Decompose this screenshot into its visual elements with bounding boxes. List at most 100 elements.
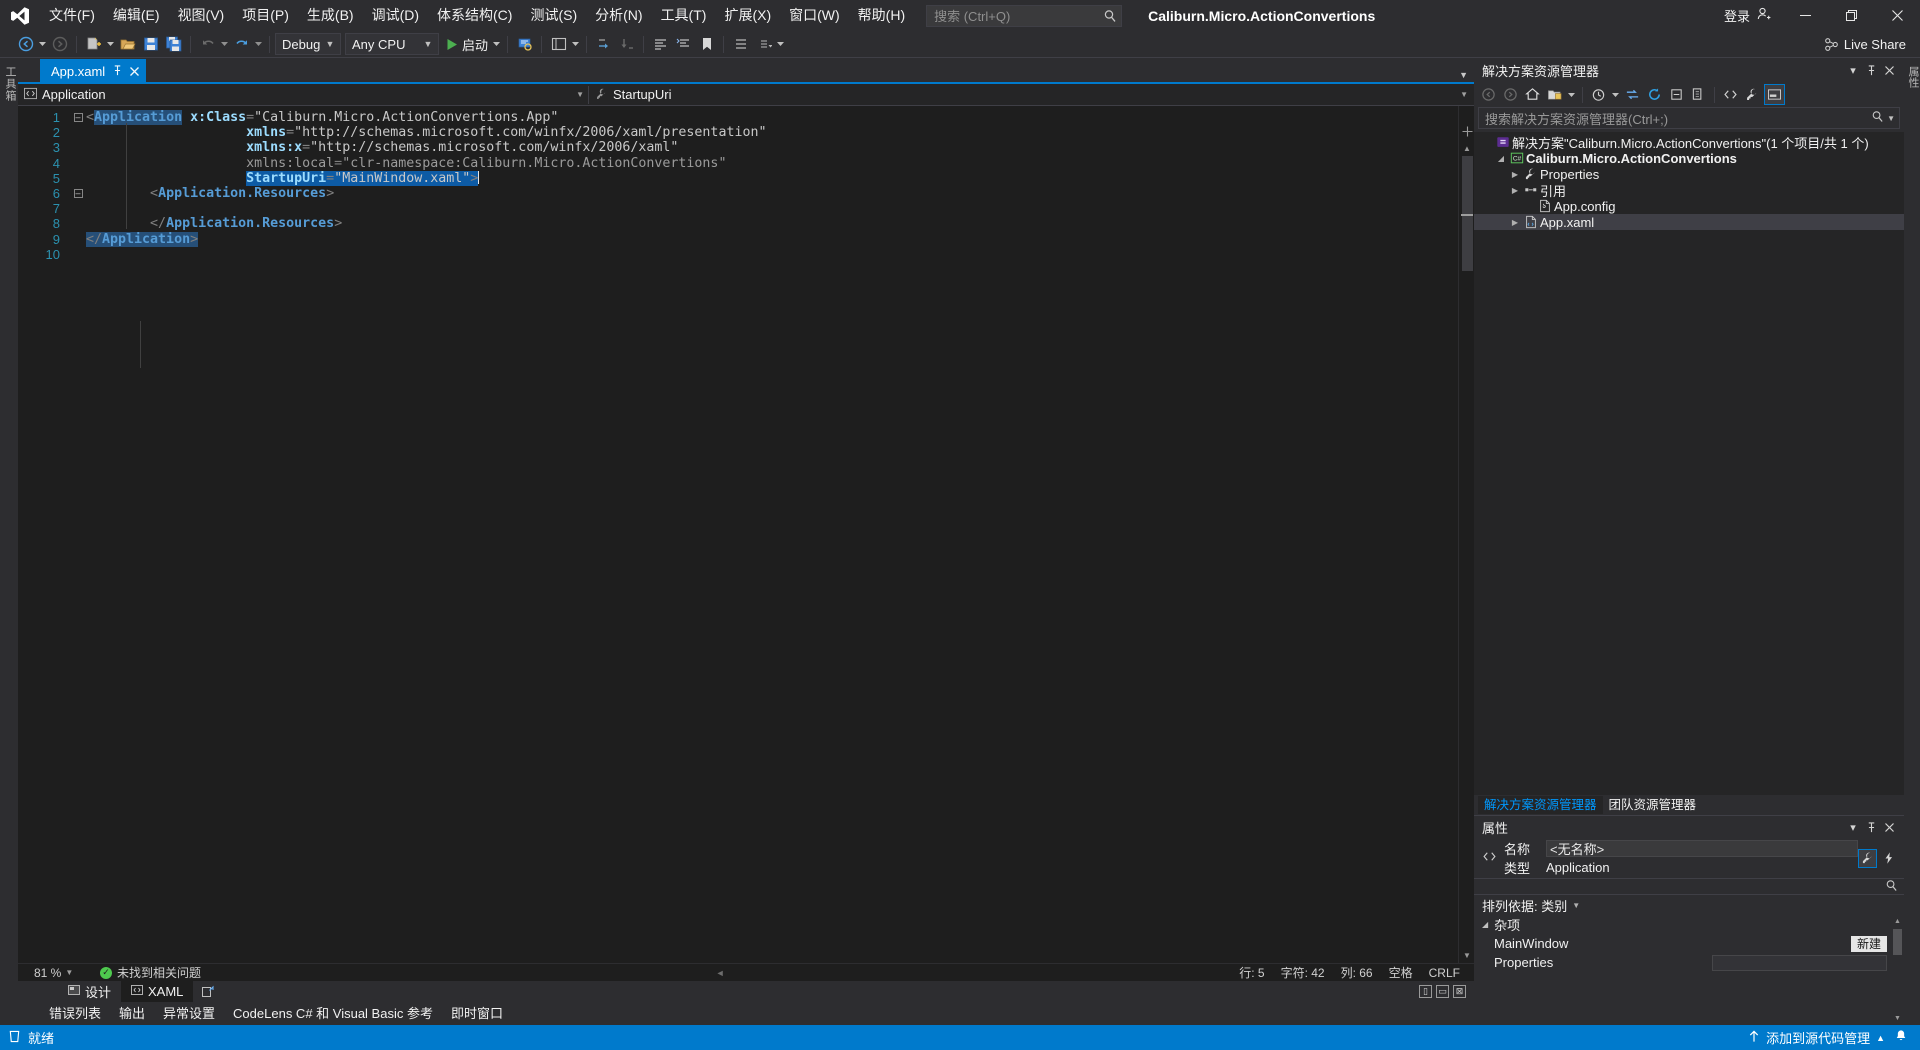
open-file-button[interactable]	[116, 33, 139, 56]
properties-row-properties[interactable]: Properties	[1474, 953, 1904, 972]
comment-lines-button[interactable]	[649, 33, 672, 56]
se-view-code-button[interactable]	[1720, 84, 1741, 105]
se-properties-button[interactable]	[1742, 84, 1763, 105]
solution-explorer-pin-icon[interactable]	[1862, 60, 1880, 80]
dock-tab-error-list[interactable]: 错误列表	[40, 1002, 110, 1025]
properties-row-mainwindow[interactable]: MainWindow 新建	[1474, 934, 1904, 953]
dock-tab-immediate-window[interactable]: 即时窗口	[442, 1002, 512, 1025]
menu-item-debug[interactable]: 调试(D)	[363, 0, 428, 31]
tree-item[interactable]: ◢ C# Caliburn.Micro.ActionConvertions	[1474, 150, 1904, 166]
save-button[interactable]	[139, 33, 162, 56]
menu-item-build[interactable]: 生成(B)	[298, 0, 363, 31]
solution-platform-select[interactable]: Any CPU ▼	[345, 33, 439, 55]
code-line[interactable]: 9 </Application>	[18, 231, 1458, 247]
horizontal-split-button[interactable]: ▭	[1436, 985, 1449, 998]
more-toolbar-options[interactable]	[752, 33, 775, 56]
outlining-collapse-icon[interactable]: –	[70, 189, 86, 199]
new-value-button[interactable]: 新建	[1850, 935, 1887, 952]
collapse-pane-button[interactable]: ⊠	[1453, 985, 1466, 998]
notifications-button[interactable]	[1894, 1029, 1908, 1046]
se-show-all-files-button[interactable]	[1688, 84, 1709, 105]
dock-tab-exception-settings[interactable]: 异常设置	[154, 1002, 224, 1025]
close-tab-icon[interactable]	[130, 64, 140, 79]
se-pending-history-button[interactable]	[1588, 84, 1609, 105]
code-line[interactable]: 10	[18, 247, 1458, 262]
properties-menu-icon[interactable]: ▾	[1844, 817, 1862, 837]
property-value-input[interactable]	[1712, 954, 1887, 971]
menu-item-tools[interactable]: 工具(T)	[652, 0, 716, 31]
properties-close-icon[interactable]	[1880, 817, 1898, 837]
outlining-collapse-icon[interactable]: –	[70, 113, 86, 123]
solution-configuration-select[interactable]: Debug ▼	[275, 33, 341, 55]
code-line[interactable]: 4 xmlns:local="clr-namespace:Caliburn.Mi…	[18, 156, 1458, 171]
se-sync-button[interactable]	[1622, 84, 1643, 105]
se-refresh-button[interactable]	[1644, 84, 1665, 105]
code-line[interactable]: 1– <Application x:Class="Caliburn.Micro.A…	[18, 110, 1458, 126]
properties-scroll-down-arrow[interactable]: ▼	[1891, 1012, 1904, 1025]
properties-view-button[interactable]	[1858, 848, 1877, 868]
menu-item-window[interactable]: 窗口(W)	[780, 0, 849, 31]
menu-item-file[interactable]: 文件(F)	[40, 0, 104, 31]
dock-tab-codelens[interactable]: CodeLens C# 和 Visual Basic 参考	[224, 1002, 442, 1025]
menu-item-analyze[interactable]: 分析(N)	[586, 0, 651, 31]
tab-solution-explorer[interactable]: 解决方案资源管理器	[1478, 796, 1603, 814]
code-line[interactable]: 2 xmlns="http://schemas.microsoft.com/wi…	[18, 125, 1458, 140]
redo-dropdown[interactable]	[253, 42, 264, 46]
minimize-button[interactable]	[1782, 0, 1828, 31]
add-to-source-control-button[interactable]: 添加到源代码管理 ▲	[1748, 1028, 1885, 1047]
expander-collapsed-icon[interactable]: ▶	[1508, 186, 1522, 195]
se-pending-changes-dropdown[interactable]	[1566, 92, 1577, 97]
properties-sort-select[interactable]: 排列依据: 类别 ▼	[1474, 895, 1904, 915]
bookmark-button[interactable]	[695, 33, 718, 56]
properties-grid[interactable]: ◢ 杂项 MainWindow 新建 Properties ▲ ▼	[1474, 915, 1904, 1025]
quick-search-input[interactable]: 搜索 (Ctrl+Q)	[926, 4, 1123, 27]
start-debug-button[interactable]: 启动	[443, 33, 491, 56]
code-line[interactable]: 3 xmlns:x="http://schemas.microsoft.com/…	[18, 140, 1458, 155]
attach-to-process-button[interactable]	[513, 33, 536, 56]
search-icon-properties[interactable]	[1885, 879, 1898, 895]
editor-vertical-scrollbar[interactable]: ▲ ▼	[1458, 106, 1474, 963]
menu-item-architecture[interactable]: 体系结构(C)	[428, 0, 521, 31]
properties-category-row[interactable]: ◢ 杂项	[1474, 915, 1904, 934]
expander-down-icon[interactable]: ◢	[1482, 920, 1488, 929]
properties-name-input[interactable]: <无名称>	[1546, 840, 1858, 857]
code-lines[interactable]: 1– <Application x:Class="Caliburn.Micro.A…	[18, 106, 1458, 262]
tree-item[interactable]: ▶ App.xaml	[1474, 214, 1904, 230]
code-line[interactable]: 8 </Application.Resources>	[18, 216, 1458, 231]
navigate-forward-button[interactable]	[48, 33, 71, 56]
start-debug-dropdown[interactable]	[491, 42, 502, 46]
properties-pin-icon[interactable]	[1862, 817, 1880, 837]
issue-prev-arrow-icon[interactable]: ◄	[716, 968, 725, 978]
close-button[interactable]	[1874, 0, 1920, 31]
swap-panes-button[interactable]	[201, 985, 215, 999]
menu-item-edit[interactable]: 编辑(E)	[104, 0, 169, 31]
pin-tab-icon[interactable]	[112, 64, 123, 79]
expander-expanded-icon[interactable]: ◢	[1494, 154, 1508, 163]
solution-explorer-search-input[interactable]: 搜索解决方案资源管理器(Ctrl+;) ▼	[1478, 107, 1900, 129]
document-tab-app-xaml[interactable]: App.xaml	[40, 59, 147, 84]
toolbar-overflow-caret[interactable]	[775, 42, 786, 46]
se-pending-changes-button[interactable]	[1544, 84, 1565, 105]
uncomment-lines-button[interactable]	[672, 33, 695, 56]
se-back-button[interactable]	[1478, 84, 1499, 105]
scrollbar-split-handle[interactable]	[1462, 126, 1473, 140]
line-ending[interactable]: CRLF	[1429, 966, 1460, 980]
dock-tab-output[interactable]: 输出	[110, 1002, 154, 1025]
se-forward-button[interactable]	[1500, 84, 1521, 105]
tree-item[interactable]: ▶ 引用	[1474, 182, 1904, 199]
properties-grid-scrollbar[interactable]: ▲ ▼	[1891, 915, 1904, 1025]
step-over-button[interactable]	[592, 33, 615, 56]
properties-rail[interactable]: 属性	[1904, 58, 1920, 1025]
properties-search-row[interactable]	[1474, 878, 1904, 895]
solution-explorer-menu-icon[interactable]: ▾	[1844, 60, 1862, 80]
redo-button[interactable]	[230, 33, 253, 56]
new-project-button[interactable]	[82, 33, 105, 56]
search-icon-se[interactable]	[1871, 110, 1884, 126]
solution-explorer-close-icon[interactable]	[1880, 60, 1898, 80]
se-home-button[interactable]	[1522, 84, 1543, 105]
navigate-backward-button[interactable]	[14, 33, 37, 56]
tree-item[interactable]: ▶ Properties	[1474, 166, 1904, 182]
navigate-backward-dropdown[interactable]	[37, 42, 48, 46]
maximize-button[interactable]	[1828, 0, 1874, 31]
code-line[interactable]: 6– <Application.Resources>	[18, 186, 1458, 201]
